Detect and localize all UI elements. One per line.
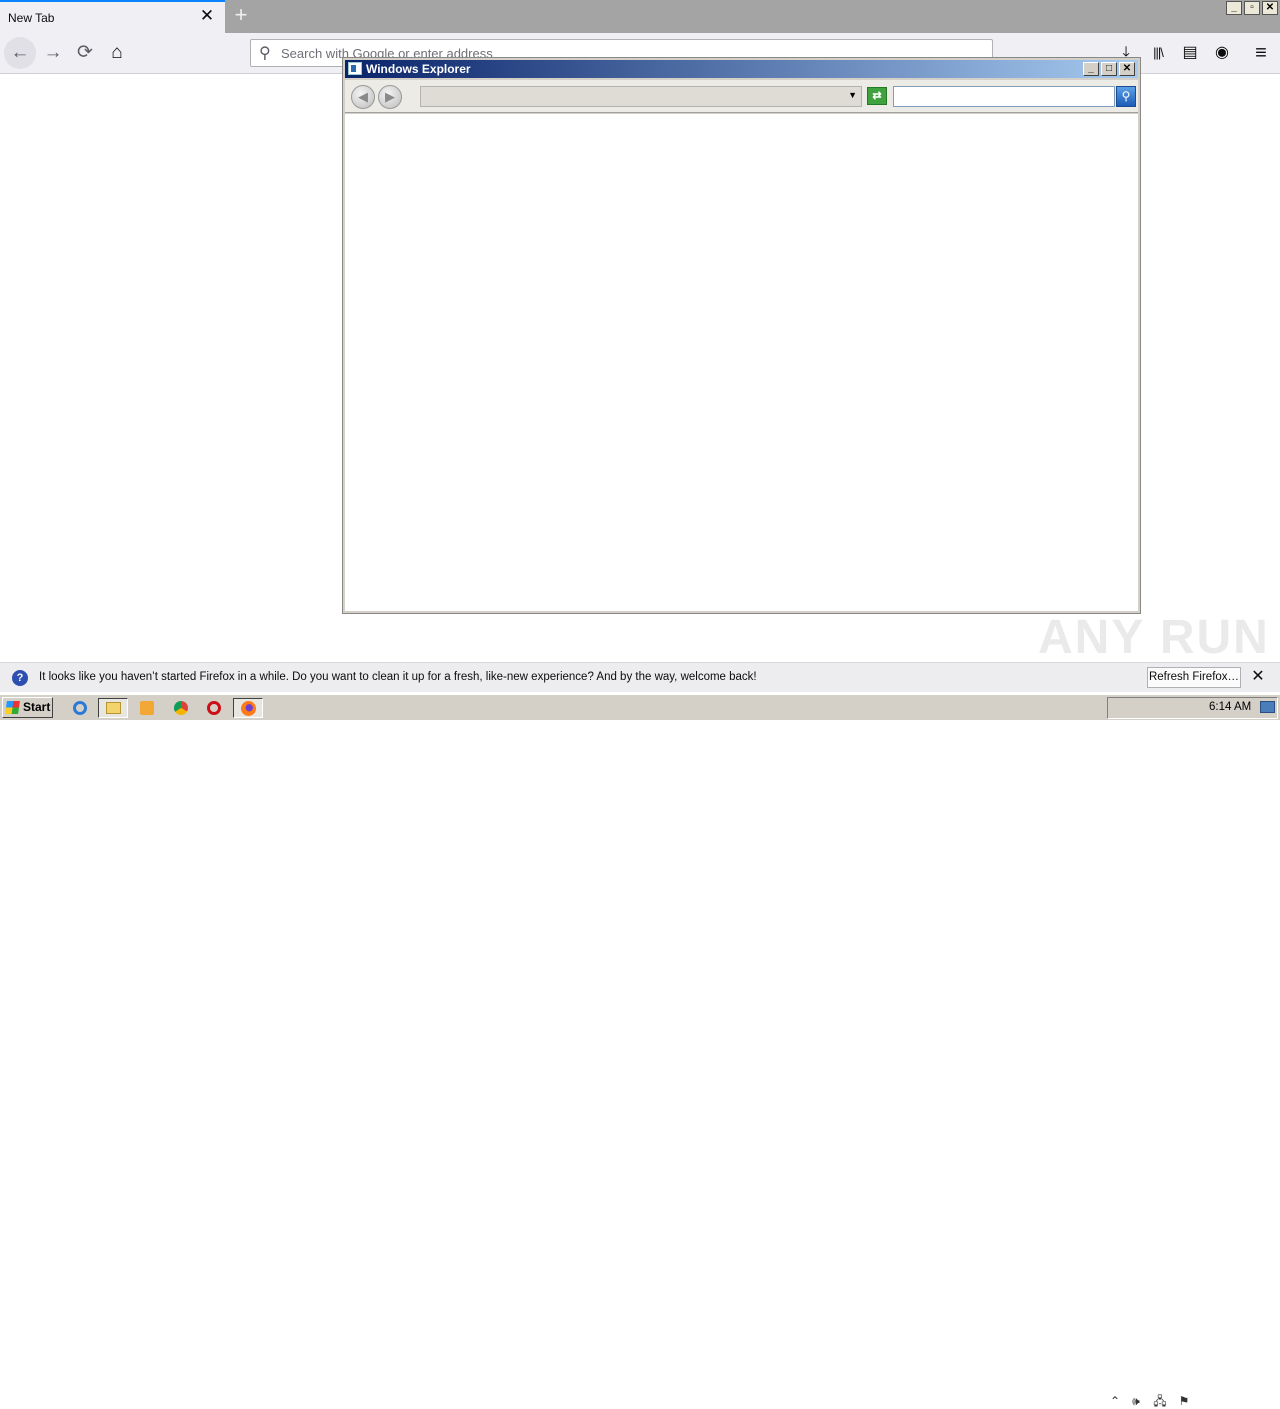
- search-icon: ⚲: [259, 45, 271, 62]
- notification-text: It looks like you haven’t started Firefo…: [39, 671, 757, 683]
- explorer-forward-button[interactable]: ▶: [378, 85, 402, 109]
- windows-flag-icon: [5, 701, 20, 714]
- question-icon: ?: [12, 670, 28, 686]
- action-center-flag-icon[interactable]: ⚑: [1176, 1393, 1192, 1409]
- explorer-content-area[interactable]: [345, 114, 1138, 611]
- explorer-go-button[interactable]: ⇄: [867, 87, 887, 105]
- minimize-button[interactable]: _: [1226, 1, 1242, 15]
- tray-expand-icon[interactable]: ⌃: [1107, 1393, 1123, 1409]
- explorer-maximize-button[interactable]: □: [1101, 62, 1117, 76]
- tab-close-icon[interactable]: ✕: [199, 7, 215, 24]
- notification-close-icon[interactable]: ✕: [1250, 669, 1266, 685]
- start-label: Start: [23, 700, 51, 714]
- back-button[interactable]: ←: [4, 37, 36, 69]
- chrome-icon[interactable]: [170, 698, 192, 718]
- explorer-minimize-button[interactable]: _: [1083, 62, 1099, 76]
- anyrun-watermark: ANY RUN: [1038, 611, 1270, 664]
- windows-explorer-window: Windows Explorer _ □ ✕ ◀ ▶ ▼ ⇄ ⚲: [342, 57, 1141, 614]
- start-button[interactable]: Start: [2, 697, 53, 718]
- restore-button[interactable]: ▫: [1244, 1, 1260, 15]
- system-tray: [1107, 697, 1278, 719]
- explorer-search-button[interactable]: ⚲: [1116, 86, 1136, 107]
- sidebar-icon[interactable]: ▤: [1178, 42, 1202, 64]
- firefox-icon[interactable]: [233, 698, 263, 718]
- library-icon[interactable]: |||\: [1146, 42, 1170, 64]
- show-desktop-icon[interactable]: [1260, 701, 1275, 713]
- explorer-back-button[interactable]: ◀: [351, 85, 375, 109]
- explorer-window-controls: _ □ ✕: [1083, 62, 1135, 76]
- tab-strip: New Tab ✕ + _ ▫ ✕: [0, 0, 1280, 33]
- chevron-down-icon[interactable]: ▼: [848, 90, 857, 100]
- clock[interactable]: 6:14 AM: [1209, 701, 1251, 713]
- opera-icon[interactable]: [203, 698, 225, 718]
- explorer-close-button[interactable]: ✕: [1119, 62, 1135, 76]
- media-player-icon[interactable]: [136, 698, 158, 718]
- explorer-search-input[interactable]: [893, 86, 1115, 107]
- menu-icon[interactable]: ≡: [1249, 42, 1273, 64]
- notification-bar: ? It looks like you haven’t started Fire…: [0, 662, 1280, 692]
- browser-window-controls: _ ▫ ✕: [1226, 1, 1278, 16]
- internet-explorer-icon[interactable]: [69, 698, 91, 718]
- explorer-address-bar[interactable]: ▼: [420, 86, 862, 107]
- file-explorer-icon[interactable]: [98, 698, 128, 718]
- refresh-firefox-button[interactable]: Refresh Firefox…: [1147, 667, 1241, 688]
- reload-button[interactable]: ⟳: [69, 37, 101, 69]
- explorer-toolbar: ◀ ▶ ▼ ⇄ ⚲: [345, 80, 1138, 113]
- explorer-title-bar[interactable]: Windows Explorer _ □ ✕: [345, 60, 1138, 78]
- taskbar: Start ⌃ 🕪 🖧 ⚑ 6:14 AM: [0, 694, 1280, 1408]
- home-button[interactable]: ⌂: [101, 37, 133, 69]
- volume-icon[interactable]: 🕪: [1128, 1393, 1144, 1409]
- tab-title: New Tab: [8, 11, 55, 25]
- explorer-app-icon: [348, 62, 362, 75]
- tab-new-tab[interactable]: New Tab ✕: [0, 0, 225, 33]
- network-icon[interactable]: 🖧: [1152, 1393, 1168, 1409]
- new-tab-button[interactable]: +: [229, 3, 253, 27]
- forward-button[interactable]: →: [37, 37, 69, 69]
- close-window-button[interactable]: ✕: [1262, 1, 1278, 15]
- account-icon[interactable]: ◉: [1210, 42, 1234, 64]
- explorer-title: Windows Explorer: [366, 62, 471, 76]
